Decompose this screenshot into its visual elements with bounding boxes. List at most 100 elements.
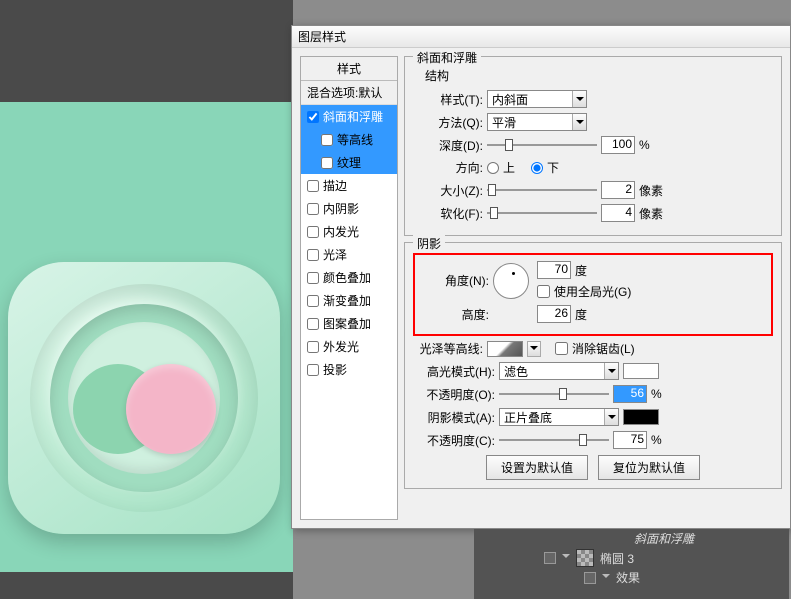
global-light-label: 使用全局光(G) <box>554 283 631 300</box>
style-row-9[interactable]: 图案叠加 <box>301 312 397 335</box>
size-label: 大小(Z): <box>413 182 483 199</box>
shading-group: 阴影 角度(N): 70 度 使用全局光(G) <box>404 242 782 489</box>
depth-slider[interactable] <box>487 136 597 154</box>
gloss-contour-swatch[interactable] <box>487 341 523 357</box>
opacity1-slider[interactable] <box>499 385 609 403</box>
layer-effect-applied[interactable]: 斜面和浮雕 <box>474 529 789 548</box>
size-unit: 像素 <box>639 182 667 199</box>
style-checkbox[interactable] <box>307 364 319 376</box>
style-row-2[interactable]: 纹理 <box>301 151 397 174</box>
style-row-1[interactable]: 等高线 <box>301 128 397 151</box>
style-label: 斜面和浮雕 <box>323 108 383 125</box>
style-row-8[interactable]: 渐变叠加 <box>301 289 397 312</box>
angle-unit: 度 <box>575 262 587 279</box>
shadow-color-swatch[interactable] <box>623 409 659 425</box>
make-default-button[interactable]: 设置为默认值 <box>486 455 588 480</box>
highlight-mode-label: 高光模式(H): <box>413 363 495 380</box>
style-checkbox[interactable] <box>307 226 319 238</box>
style-row-10[interactable]: 外发光 <box>301 335 397 358</box>
antialias-label: 消除锯齿(L) <box>572 340 635 357</box>
style-checkbox[interactable] <box>307 111 319 123</box>
style-checkbox[interactable] <box>307 180 319 192</box>
soften-unit: 像素 <box>639 205 667 222</box>
opacity1-input[interactable]: 56 <box>613 385 647 403</box>
size-input[interactable]: 2 <box>601 181 635 199</box>
structure-label: 结构 <box>425 67 773 84</box>
chevron-down-icon <box>604 363 618 379</box>
antialias-checkbox[interactable] <box>555 342 568 355</box>
opacity2-unit: % <box>651 433 679 447</box>
layer-thumbnail[interactable] <box>576 549 594 567</box>
style-checkbox[interactable] <box>307 341 319 353</box>
soften-label: 软化(F): <box>413 205 483 222</box>
angle-input[interactable]: 70 <box>537 261 571 279</box>
direction-down-label: 下 <box>547 159 559 176</box>
style-label: 等高线 <box>337 131 373 148</box>
style-checkbox[interactable] <box>307 203 319 215</box>
direction-up-label: 上 <box>503 159 515 176</box>
expand-icon[interactable] <box>562 554 570 562</box>
chevron-down-icon[interactable] <box>527 341 541 357</box>
style-checkbox[interactable] <box>321 157 333 169</box>
direction-up-radio[interactable] <box>487 162 499 174</box>
depth-input[interactable]: 100 <box>601 136 635 154</box>
highlight-mode-select[interactable]: 滤色 <box>499 362 619 380</box>
effects-label: 效果 <box>616 569 640 586</box>
style-label: 样式(T): <box>413 91 483 108</box>
depth-label: 深度(D): <box>413 137 483 154</box>
style-label: 颜色叠加 <box>323 269 371 286</box>
direction-label: 方向: <box>413 159 483 176</box>
highlight-color-swatch[interactable] <box>623 363 659 379</box>
style-row-5[interactable]: 内发光 <box>301 220 397 243</box>
style-checkbox[interactable] <box>307 295 319 307</box>
styles-header: 样式 <box>301 57 397 81</box>
chevron-down-icon <box>572 91 586 107</box>
angle-label: 角度(N): <box>419 272 489 289</box>
altitude-label: 高度: <box>419 306 489 323</box>
global-light-checkbox[interactable] <box>537 285 550 298</box>
style-checkbox[interactable] <box>321 134 333 146</box>
style-row-7[interactable]: 颜色叠加 <box>301 266 397 289</box>
reset-default-button[interactable]: 复位为默认值 <box>598 455 700 480</box>
style-label: 纹理 <box>337 154 361 171</box>
altitude-input[interactable]: 26 <box>537 305 571 323</box>
expand-icon[interactable] <box>602 574 610 582</box>
style-row-6[interactable]: 光泽 <box>301 243 397 266</box>
style-row-0[interactable]: 斜面和浮雕 <box>301 105 397 128</box>
style-label: 投影 <box>323 361 347 378</box>
style-label: 内阴影 <box>323 200 359 217</box>
style-checkbox[interactable] <box>307 249 319 261</box>
style-checkbox[interactable] <box>307 272 319 284</box>
dialog-title[interactable]: 图层样式 <box>292 26 790 48</box>
style-row-3[interactable]: 描边 <box>301 174 397 197</box>
style-label: 光泽 <box>323 246 347 263</box>
opacity1-unit: % <box>651 387 679 401</box>
visibility-toggle-icon[interactable] <box>544 552 556 564</box>
soften-input[interactable]: 4 <box>601 204 635 222</box>
style-label: 渐变叠加 <box>323 292 371 309</box>
layer-effects-row[interactable]: 效果 <box>474 568 789 587</box>
opacity1-label: 不透明度(O): <box>413 386 495 403</box>
soften-slider[interactable] <box>487 204 597 222</box>
style-row-4[interactable]: 内阴影 <box>301 197 397 220</box>
size-slider[interactable] <box>487 181 597 199</box>
style-label: 图案叠加 <box>323 315 371 332</box>
visibility-toggle-icon[interactable] <box>584 572 596 584</box>
style-select[interactable]: 内斜面 <box>487 90 587 108</box>
angle-dial[interactable] <box>493 263 529 299</box>
layer-row[interactable]: 椭圆 3 <box>474 548 789 568</box>
shadow-mode-label: 阴影模式(A): <box>413 409 495 426</box>
blend-options-row[interactable]: 混合选项:默认 <box>301 81 397 105</box>
opacity2-slider[interactable] <box>499 431 609 449</box>
chevron-down-icon <box>604 409 618 425</box>
depth-unit: % <box>639 138 667 152</box>
style-checkbox[interactable] <box>307 318 319 330</box>
layer-style-dialog: 图层样式 样式 混合选项:默认 斜面和浮雕等高线纹理描边内阴影内发光光泽颜色叠加… <box>291 25 791 529</box>
shadow-mode-select[interactable]: 正片叠底 <box>499 408 619 426</box>
opacity2-input[interactable]: 75 <box>613 431 647 449</box>
method-select[interactable]: 平滑 <box>487 113 587 131</box>
shading-group-title: 阴影 <box>413 235 445 252</box>
style-row-11[interactable]: 投影 <box>301 358 397 381</box>
icon-pink-circle <box>126 364 216 454</box>
direction-down-radio[interactable] <box>531 162 543 174</box>
